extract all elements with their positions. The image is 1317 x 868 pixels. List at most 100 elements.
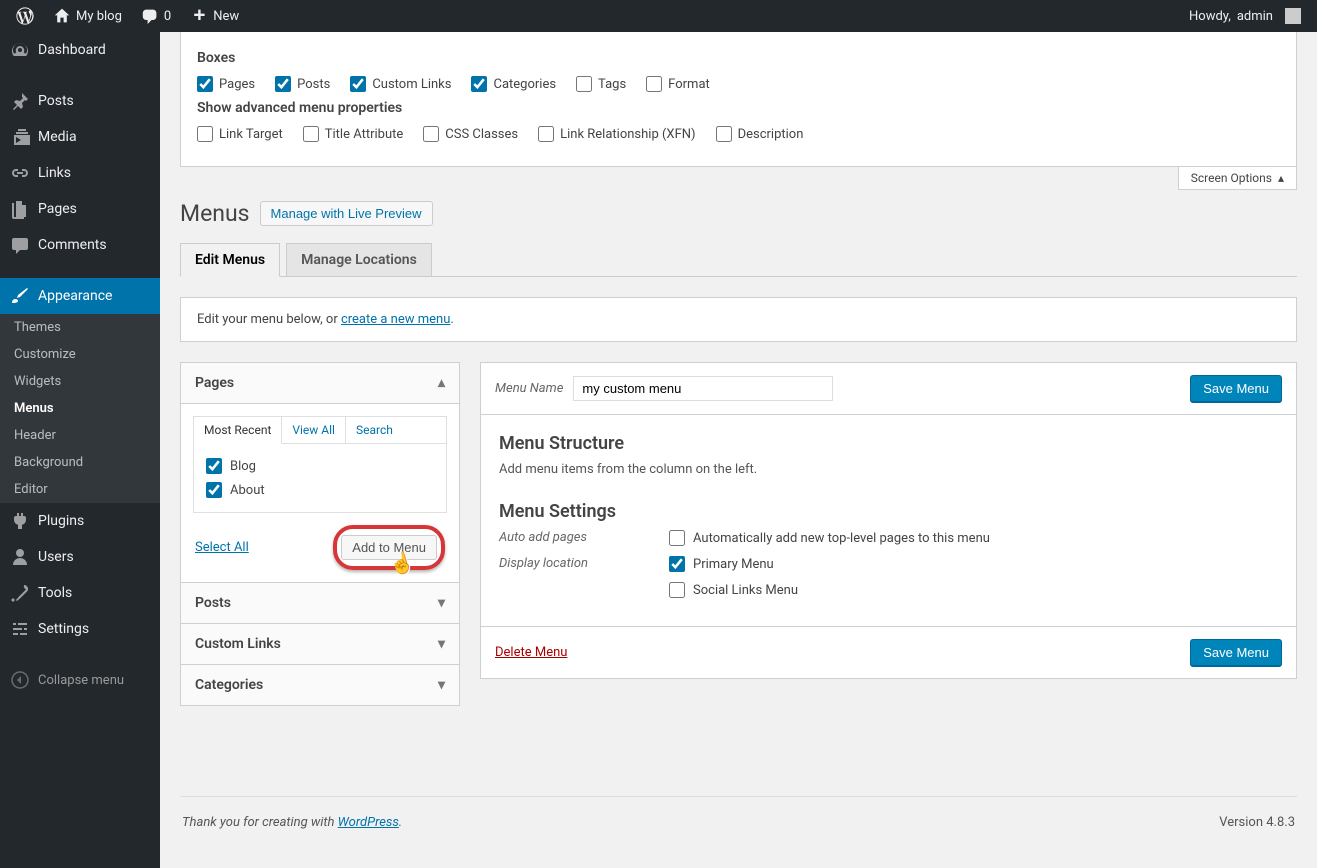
box-pages[interactable]: Pages: [197, 76, 255, 92]
advanced-heading: Show advanced menu properties: [197, 100, 1280, 116]
submenu-themes[interactable]: Themes: [0, 314, 160, 341]
sidebar-item-comments[interactable]: Comments: [0, 227, 160, 263]
box-posts[interactable]: Posts: [275, 76, 330, 92]
sidebar-item-links[interactable]: Links: [0, 155, 160, 191]
screen-options-panel: Boxes Pages Posts Custom Links Categorie…: [180, 32, 1297, 167]
collapse-menu[interactable]: Collapse menu: [0, 662, 160, 698]
pin-icon: [10, 91, 30, 111]
page-icon: [10, 199, 30, 219]
plugin-icon: [10, 511, 30, 531]
mini-tab-viewall[interactable]: View All: [282, 417, 346, 443]
submenu-editor[interactable]: Editor: [0, 476, 160, 503]
brush-icon: [10, 286, 30, 306]
pages-accordion: Pages ▴ Most Recent View All Search Blog…: [180, 362, 460, 583]
tabs: Edit Menus Manage Locations: [180, 243, 1297, 277]
notice: Edit your menu below, or create a new me…: [180, 297, 1297, 342]
menu-name-input[interactable]: [573, 376, 833, 401]
posts-accordion: Posts ▾: [180, 583, 460, 624]
categories-accordion-toggle[interactable]: Categories ▾: [181, 665, 459, 705]
location-social[interactable]: Social Links Menu: [669, 582, 798, 598]
wordpress-icon: [16, 7, 34, 25]
custom-links-accordion-toggle[interactable]: Custom Links ▾: [181, 624, 459, 664]
sidebar-item-dashboard[interactable]: Dashboard: [0, 32, 160, 68]
box-format[interactable]: Format: [646, 76, 710, 92]
sidebar-item-appearance[interactable]: Appearance: [0, 278, 160, 314]
admin-bar: My blog 0 New Howdy, admin: [0, 0, 1317, 32]
adv-title-attribute[interactable]: Title Attribute: [303, 126, 404, 142]
submenu-customize[interactable]: Customize: [0, 341, 160, 368]
page-item-about[interactable]: About: [204, 478, 436, 502]
tab-manage-locations[interactable]: Manage Locations: [286, 243, 432, 276]
mini-tab-search[interactable]: Search: [346, 417, 403, 443]
submenu-widgets[interactable]: Widgets: [0, 368, 160, 395]
box-tags[interactable]: Tags: [576, 76, 626, 92]
sidebar-label: Links: [38, 165, 71, 181]
display-location-label: Display location: [499, 556, 629, 571]
sidebar-label: Pages: [38, 201, 77, 217]
highlight-annotation: Add to Menu ☝️: [333, 525, 445, 570]
sidebar-item-tools[interactable]: Tools: [0, 575, 160, 611]
chevron-up-icon: ▴: [1278, 171, 1284, 185]
submenu-background[interactable]: Background: [0, 449, 160, 476]
pages-accordion-toggle[interactable]: Pages ▴: [181, 363, 459, 404]
save-menu-top-button[interactable]: Save Menu: [1190, 375, 1282, 402]
select-all-link[interactable]: Select All: [195, 540, 249, 555]
howdy-prefix: Howdy,: [1189, 9, 1231, 24]
dashboard-icon: [10, 40, 30, 60]
create-new-menu-link[interactable]: create a new menu: [341, 312, 450, 327]
save-menu-bottom-button[interactable]: Save Menu: [1190, 639, 1282, 666]
caret-down-icon: ▾: [438, 636, 445, 652]
sidebar-item-posts[interactable]: Posts: [0, 83, 160, 119]
screen-options-toggle[interactable]: Screen Options ▴: [1178, 167, 1297, 190]
comment-icon: [10, 235, 30, 255]
adv-css-classes[interactable]: CSS Classes: [423, 126, 518, 142]
user-name: admin: [1237, 9, 1273, 24]
boxes-heading: Boxes: [197, 50, 1280, 66]
sidebar-item-media[interactable]: Media: [0, 119, 160, 155]
avatar: [1285, 8, 1301, 24]
sidebar-item-plugins[interactable]: Plugins: [0, 503, 160, 539]
comments-link[interactable]: 0: [134, 0, 179, 32]
sidebar-item-users[interactable]: Users: [0, 539, 160, 575]
sidebar-item-pages[interactable]: Pages: [0, 191, 160, 227]
box-categories[interactable]: Categories: [471, 76, 556, 92]
add-to-menu-button[interactable]: Add to Menu: [341, 535, 437, 560]
new-content-link[interactable]: New: [183, 0, 247, 32]
caret-down-icon: ▾: [438, 677, 445, 693]
wordpress-link[interactable]: WordPress: [338, 815, 399, 830]
menu-structure-desc: Add menu items from the column on the le…: [499, 462, 1278, 477]
menu-name-label: Menu Name: [495, 381, 563, 396]
caret-down-icon: ▾: [438, 595, 445, 611]
mini-tab-recent[interactable]: Most Recent: [194, 417, 282, 444]
collapse-label: Collapse menu: [38, 673, 124, 688]
page-title: Menus: [180, 200, 250, 227]
sidebar-label: Users: [38, 549, 74, 565]
wp-logo[interactable]: [8, 0, 42, 32]
box-custom-links[interactable]: Custom Links: [350, 76, 451, 92]
caret-up-icon: ▴: [438, 375, 445, 391]
posts-accordion-toggle[interactable]: Posts ▾: [181, 583, 459, 623]
menu-footer: Delete Menu Save Menu: [480, 627, 1297, 679]
site-name-link[interactable]: My blog: [46, 0, 130, 32]
adv-link-relationship[interactable]: Link Relationship (XFN): [538, 126, 695, 142]
auto-add-option[interactable]: Automatically add new top-level pages to…: [669, 530, 990, 546]
menu-settings-heading: Menu Settings: [499, 501, 1278, 522]
user-icon: [10, 547, 30, 567]
delete-menu-link[interactable]: Delete Menu: [495, 645, 567, 660]
submenu-header[interactable]: Header: [0, 422, 160, 449]
submenu-menus[interactable]: Menus: [0, 395, 160, 422]
page-item-blog[interactable]: Blog: [204, 454, 436, 478]
sidebar-item-settings[interactable]: Settings: [0, 611, 160, 647]
link-icon: [10, 163, 30, 183]
location-primary[interactable]: Primary Menu: [669, 556, 798, 572]
auto-add-label: Auto add pages: [499, 530, 629, 545]
live-preview-button[interactable]: Manage with Live Preview: [260, 201, 433, 226]
sidebar-label: Plugins: [38, 513, 84, 529]
media-icon: [10, 127, 30, 147]
adv-link-target[interactable]: Link Target: [197, 126, 283, 142]
sidebar-label: Tools: [38, 585, 72, 601]
tab-edit-menus[interactable]: Edit Menus: [180, 243, 280, 277]
adv-description[interactable]: Description: [716, 126, 804, 142]
account-link[interactable]: Howdy, admin: [1181, 0, 1309, 32]
menu-structure-heading: Menu Structure: [499, 433, 1278, 454]
